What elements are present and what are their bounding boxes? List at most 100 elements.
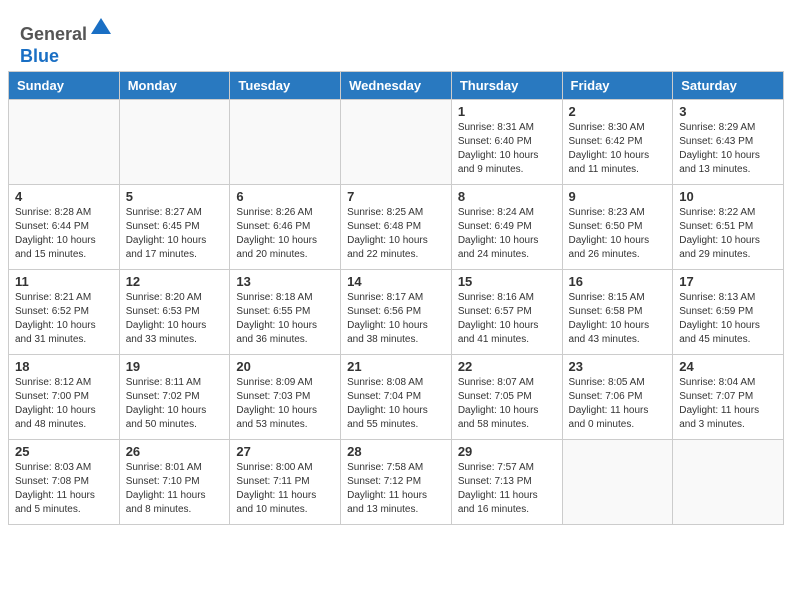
day-number: 18 (15, 359, 113, 374)
calendar-cell (230, 100, 341, 185)
day-info: Sunrise: 8:09 AM Sunset: 7:03 PM Dayligh… (236, 376, 334, 432)
calendar-cell: 6Sunrise: 8:26 AM Sunset: 6:46 PM Daylig… (230, 185, 341, 270)
day-info: Sunrise: 8:22 AM Sunset: 6:51 PM Dayligh… (679, 206, 777, 262)
day-number: 12 (126, 274, 224, 289)
calendar-cell: 15 Sunrise: 8:16 AM Sunset: 6:57 PM Dayli… (451, 270, 562, 355)
day-number: 16 (569, 274, 667, 289)
day-info: Sunrise: 8:31 AM Sunset: 6:40 PM Dayligh… (458, 121, 556, 177)
page-header: General Blue (0, 0, 792, 71)
day-info: Sunrise: 8:07 AM Sunset: 7:05 PM Dayligh… (458, 376, 556, 432)
calendar-cell: 5Sunrise: 8:27 AM Sunset: 6:45 PM Daylig… (119, 185, 230, 270)
calendar-cell: 21 Sunrise: 8:08 AM Sunset: 7:04 PM Dayli… (341, 355, 452, 440)
weekday-header-saturday: Saturday (673, 72, 784, 100)
logo: General Blue (20, 16, 113, 67)
calendar-cell: 20 Sunrise: 8:09 AM Sunset: 7:03 PM Dayli… (230, 355, 341, 440)
day-number: 15 (458, 274, 556, 289)
calendar-cell: 12 Sunrise: 8:20 AM Sunset: 6:53 PM Dayli… (119, 270, 230, 355)
calendar-cell: 2 Sunrise: 8:30 AM Sunset: 6:42 PM Daylig… (562, 100, 673, 185)
day-number: 29 (458, 444, 556, 459)
calendar-week-row: 18 Sunrise: 8:12 AM Sunset: 7:00 PM Dayli… (9, 355, 784, 440)
calendar-cell: 17 Sunrise: 8:13 AM Sunset: 6:59 PM Dayli… (673, 270, 784, 355)
day-info: Sunrise: 8:11 AM Sunset: 7:02 PM Dayligh… (126, 376, 224, 432)
day-number: 11 (15, 274, 113, 289)
day-info: Sunrise: 8:16 AM Sunset: 6:57 PM Dayligh… (458, 291, 556, 347)
day-number: 21 (347, 359, 445, 374)
calendar-cell: 8 Sunrise: 8:24 AM Sunset: 6:49 PM Daylig… (451, 185, 562, 270)
logo-icon (89, 16, 113, 40)
calendar-cell: 29 Sunrise: 7:57 AM Sunset: 7:13 PM Dayli… (451, 440, 562, 525)
day-number: 1 (458, 104, 556, 119)
day-info: Sunrise: 8:05 AM Sunset: 7:06 PM Dayligh… (569, 376, 667, 432)
calendar-cell: 19 Sunrise: 8:11 AM Sunset: 7:02 PM Dayli… (119, 355, 230, 440)
day-number: 23 (569, 359, 667, 374)
calendar-cell: 27 Sunrise: 8:00 AM Sunset: 7:11 PM Dayli… (230, 440, 341, 525)
day-number: 4 (15, 189, 113, 204)
day-info: Sunrise: 8:13 AM Sunset: 6:59 PM Dayligh… (679, 291, 777, 347)
calendar-cell: 7Sunrise: 8:25 AM Sunset: 6:48 PM Daylig… (341, 185, 452, 270)
day-number: 6 (236, 189, 334, 204)
day-number: 5 (126, 189, 224, 204)
calendar-cell: 18 Sunrise: 8:12 AM Sunset: 7:00 PM Dayli… (9, 355, 120, 440)
calendar-cell (562, 440, 673, 525)
calendar-cell (673, 440, 784, 525)
day-info: Sunrise: 8:29 AM Sunset: 6:43 PM Dayligh… (679, 121, 777, 177)
calendar-cell: 14 Sunrise: 8:17 AM Sunset: 6:56 PM Dayli… (341, 270, 452, 355)
day-number: 22 (458, 359, 556, 374)
calendar-cell: 22 Sunrise: 8:07 AM Sunset: 7:05 PM Dayli… (451, 355, 562, 440)
weekday-header-wednesday: Wednesday (341, 72, 452, 100)
day-info: Sunrise: 8:28 AM Sunset: 6:44 PM Dayligh… (15, 206, 113, 262)
day-number: 9 (569, 189, 667, 204)
calendar-cell: 10Sunrise: 8:22 AM Sunset: 6:51 PM Dayli… (673, 185, 784, 270)
calendar-cell: 28 Sunrise: 7:58 AM Sunset: 7:12 PM Dayli… (341, 440, 452, 525)
day-number: 27 (236, 444, 334, 459)
day-number: 3 (679, 104, 777, 119)
day-number: 19 (126, 359, 224, 374)
day-number: 17 (679, 274, 777, 289)
weekday-header-thursday: Thursday (451, 72, 562, 100)
day-info: Sunrise: 8:21 AM Sunset: 6:52 PM Dayligh… (15, 291, 113, 347)
calendar-cell: 26 Sunrise: 8:01 AM Sunset: 7:10 PM Dayli… (119, 440, 230, 525)
day-number: 20 (236, 359, 334, 374)
day-number: 26 (126, 444, 224, 459)
day-number: 13 (236, 274, 334, 289)
weekday-header-friday: Friday (562, 72, 673, 100)
day-number: 7 (347, 189, 445, 204)
day-info: Sunrise: 8:01 AM Sunset: 7:10 PM Dayligh… (126, 461, 224, 517)
calendar-week-row: 25Sunrise: 8:03 AM Sunset: 7:08 PM Dayli… (9, 440, 784, 525)
day-info: Sunrise: 8:08 AM Sunset: 7:04 PM Dayligh… (347, 376, 445, 432)
calendar-cell: 24 Sunrise: 8:04 AM Sunset: 7:07 PM Dayli… (673, 355, 784, 440)
day-number: 28 (347, 444, 445, 459)
calendar-cell (119, 100, 230, 185)
day-info: Sunrise: 8:30 AM Sunset: 6:42 PM Dayligh… (569, 121, 667, 177)
day-info: Sunrise: 8:17 AM Sunset: 6:56 PM Dayligh… (347, 291, 445, 347)
day-info: Sunrise: 8:23 AM Sunset: 6:50 PM Dayligh… (569, 206, 667, 262)
calendar-cell: 25Sunrise: 8:03 AM Sunset: 7:08 PM Dayli… (9, 440, 120, 525)
weekday-header-monday: Monday (119, 72, 230, 100)
calendar-week-row: 4 Sunrise: 8:28 AM Sunset: 6:44 PM Daylig… (9, 185, 784, 270)
calendar-cell (9, 100, 120, 185)
day-info: Sunrise: 8:00 AM Sunset: 7:11 PM Dayligh… (236, 461, 334, 517)
day-info: Sunrise: 8:03 AM Sunset: 7:08 PM Dayligh… (15, 461, 113, 517)
weekday-header-tuesday: Tuesday (230, 72, 341, 100)
calendar-week-row: 1 Sunrise: 8:31 AM Sunset: 6:40 PM Daylig… (9, 100, 784, 185)
calendar-cell: 9 Sunrise: 8:23 AM Sunset: 6:50 PM Daylig… (562, 185, 673, 270)
calendar-cell: 3 Sunrise: 8:29 AM Sunset: 6:43 PM Daylig… (673, 100, 784, 185)
calendar-cell: 1 Sunrise: 8:31 AM Sunset: 6:40 PM Daylig… (451, 100, 562, 185)
day-info: Sunrise: 8:04 AM Sunset: 7:07 PM Dayligh… (679, 376, 777, 432)
day-number: 8 (458, 189, 556, 204)
calendar-cell: 11 Sunrise: 8:21 AM Sunset: 6:52 PM Dayli… (9, 270, 120, 355)
calendar-container: SundayMondayTuesdayWednesdayThursdayFrid… (0, 71, 792, 533)
day-info: Sunrise: 8:12 AM Sunset: 7:00 PM Dayligh… (15, 376, 113, 432)
day-info: Sunrise: 8:18 AM Sunset: 6:55 PM Dayligh… (236, 291, 334, 347)
day-info: Sunrise: 8:24 AM Sunset: 6:49 PM Dayligh… (458, 206, 556, 262)
day-info: Sunrise: 7:58 AM Sunset: 7:12 PM Dayligh… (347, 461, 445, 517)
day-number: 2 (569, 104, 667, 119)
weekday-header-sunday: Sunday (9, 72, 120, 100)
day-number: 24 (679, 359, 777, 374)
day-number: 14 (347, 274, 445, 289)
logo-general-text: General (20, 24, 87, 44)
logo-blue-text: Blue (20, 46, 59, 66)
calendar-week-row: 11 Sunrise: 8:21 AM Sunset: 6:52 PM Dayli… (9, 270, 784, 355)
day-info: Sunrise: 7:57 AM Sunset: 7:13 PM Dayligh… (458, 461, 556, 517)
day-info: Sunrise: 8:20 AM Sunset: 6:53 PM Dayligh… (126, 291, 224, 347)
